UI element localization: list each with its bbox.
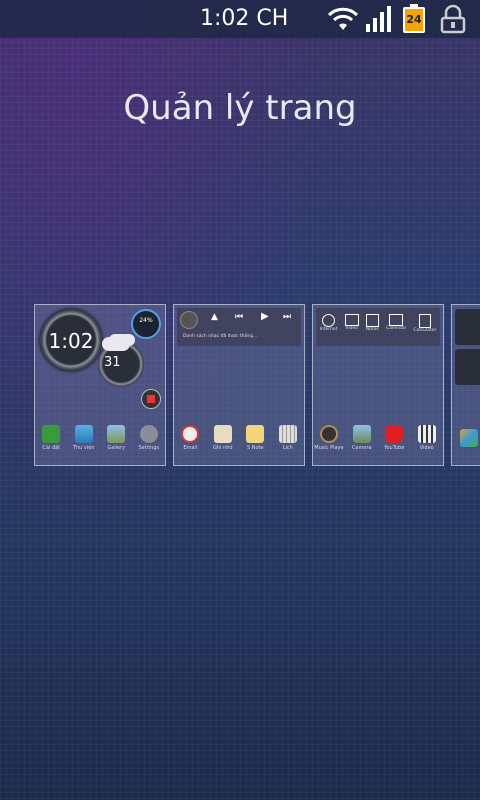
page-thumbnail-1[interactable]: 1:02 31 24% Cài đặt Thư viện Gallery Set… bbox=[34, 304, 166, 466]
shortcut-widget: Internet Video Notes Calendar Calculator bbox=[316, 308, 440, 346]
settings-app-icon bbox=[139, 425, 158, 443]
lock-icon bbox=[440, 4, 466, 34]
page-thumbnails: 1:02 31 24% Cài đặt Thư viện Gallery Set… bbox=[0, 304, 480, 468]
video-app-icon bbox=[417, 425, 436, 443]
calculator-icon bbox=[418, 314, 431, 328]
calendar-icon bbox=[389, 314, 404, 326]
play-store-icon bbox=[141, 389, 161, 409]
clock-widget: 1:02 bbox=[40, 309, 102, 371]
page-thumbnail-3[interactable]: Internet Video Notes Calendar Calculator… bbox=[312, 304, 444, 466]
signal-icon bbox=[366, 6, 391, 32]
weather-widget: 31 bbox=[98, 337, 144, 387]
battery-level: 24 bbox=[406, 13, 422, 26]
app-icon bbox=[460, 429, 478, 447]
music-caption: Danh sách nhạc đã được thông... bbox=[183, 334, 258, 339]
clock-app-icon bbox=[42, 425, 61, 443]
shortcut-item: Calculator bbox=[414, 314, 436, 346]
weather-temp: 31 bbox=[104, 355, 121, 370]
dock-app: YouTube bbox=[379, 425, 409, 451]
shortcut-item: Notes bbox=[365, 314, 379, 346]
dock-app: Video bbox=[412, 425, 442, 451]
play-icon: ▶ bbox=[261, 311, 269, 322]
dock-app: Lịch bbox=[273, 425, 303, 451]
widget-preview bbox=[455, 349, 480, 385]
next-icon: ⏭ bbox=[283, 312, 292, 322]
dock-app: Music Player bbox=[314, 425, 344, 451]
shortcut-item: Video bbox=[344, 314, 359, 346]
page-3-dock: Music Player Camera YouTube Video bbox=[313, 425, 443, 459]
cloud-icon bbox=[102, 337, 130, 351]
battery-icon: 24 bbox=[403, 4, 425, 34]
calendar-app-icon bbox=[278, 425, 297, 443]
dock-app: S Note bbox=[240, 425, 270, 451]
page-thumbnail-2[interactable]: ▲ ⏮ ▶ ⏭ Danh sách nhạc đã được thông... … bbox=[173, 304, 305, 466]
album-art-icon bbox=[180, 311, 198, 329]
page-1-dock: Cài đặt Thư viện Gallery Settings bbox=[35, 425, 165, 459]
music-player-app-icon bbox=[320, 425, 339, 443]
like-icon: ▲ bbox=[211, 312, 218, 322]
notes-icon bbox=[365, 314, 379, 327]
dock-app: Camera bbox=[347, 425, 377, 451]
status-time: 1:02 CH bbox=[200, 6, 289, 31]
email-app-icon bbox=[181, 425, 200, 443]
page-title: Quản lý trang bbox=[123, 88, 357, 128]
note-app-icon bbox=[246, 425, 265, 443]
dock-app: Settings bbox=[134, 425, 164, 451]
prev-icon: ⏮ bbox=[235, 312, 244, 322]
battery-widget: 24% bbox=[131, 309, 161, 339]
youtube-app-icon bbox=[385, 425, 404, 443]
memo-app-icon bbox=[213, 425, 232, 443]
dock-app: Gallery bbox=[101, 425, 131, 451]
battery-widget-value: 24% bbox=[139, 317, 153, 324]
shortcut-item: Calendar bbox=[386, 314, 406, 346]
internet-icon bbox=[322, 314, 336, 327]
dock-app: Cài đặt bbox=[36, 425, 66, 451]
video-icon bbox=[344, 314, 359, 326]
page-thumbnail-4[interactable] bbox=[451, 304, 480, 466]
music-widget: ▲ ⏮ ▶ ⏭ Danh sách nhạc đã được thông... bbox=[177, 308, 301, 346]
wifi-icon bbox=[327, 7, 359, 30]
gallery-app-icon bbox=[74, 425, 93, 443]
page-2-dock: Email Ghi nhớ S Note Lịch bbox=[174, 425, 304, 459]
clock-time: 1:02 bbox=[48, 329, 94, 353]
photo-app-icon bbox=[107, 425, 126, 443]
dock-app: Thư viện bbox=[69, 425, 99, 451]
dock-app: Ghi nhớ bbox=[208, 425, 238, 451]
camera-app-icon bbox=[352, 425, 371, 443]
shortcut-item: Internet bbox=[320, 314, 337, 346]
status-bar: 1:02 CH 24 bbox=[0, 0, 480, 38]
widget-preview bbox=[455, 309, 480, 345]
dock-app: Email bbox=[175, 425, 205, 451]
